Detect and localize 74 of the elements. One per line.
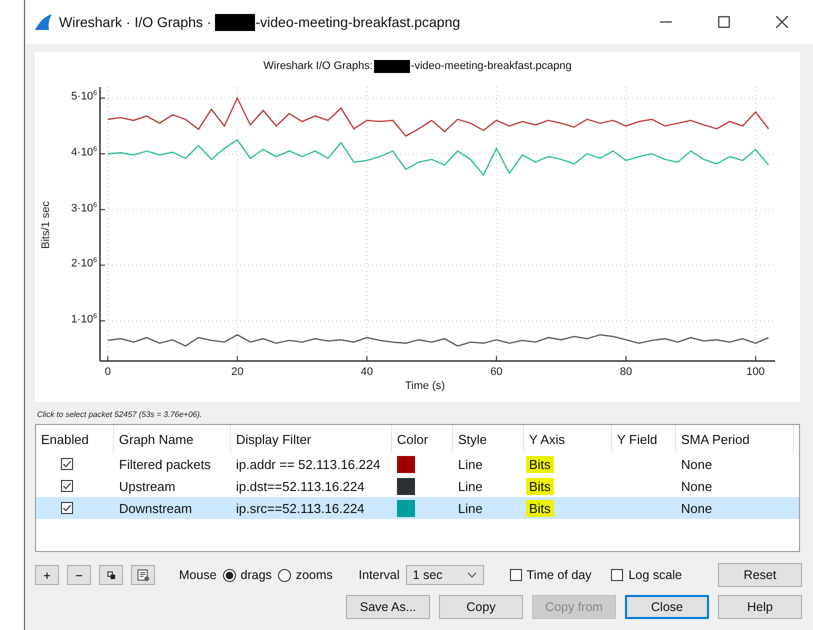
column-header[interactable]: Graph Name [114,425,231,453]
axis-tick-label: 40 [360,366,374,378]
axis-tick-label: 20 [230,366,244,378]
checkbox[interactable] [61,502,73,514]
color-swatch[interactable] [397,478,415,494]
table-cell: None [681,456,712,472]
table-cell: ip.addr == 52.113.16.224 [236,456,380,472]
table-cell: Bits [526,478,554,494]
column-header[interactable]: Y Field [612,425,676,453]
color-swatch[interactable] [397,456,415,472]
axis-tick-label: 3·10$^{6}$ [70,202,97,214]
table-row[interactable]: Filtered packets ip.addr == 52.113.16.224 Line Bits None [36,453,799,475]
axis-tick-label: 1·10$^{6}$ [70,312,97,326]
column-header[interactable]: Style [453,425,524,453]
dialog-button[interactable]: Save As... [346,595,430,619]
axis-tick-label: 100 [745,366,766,378]
checkbox[interactable] [61,480,73,492]
redaction-bar [374,60,410,72]
table-cell: Line [458,456,483,472]
color-swatch[interactable] [397,500,415,516]
column-header[interactable]: Enabled [36,425,114,453]
mouse-label: Mouse [179,568,217,582]
checkbox[interactable] [61,458,73,470]
window-title: Wireshark · I/O Graphs · [59,14,212,30]
reset-button[interactable]: Reset [718,563,802,587]
table-cell: Downstream [119,500,192,516]
dialog-button[interactable]: Copy [439,595,523,619]
column-header[interactable]: Display Filter [231,425,392,453]
table-cell: Line [458,500,483,516]
table-row[interactable]: Upstream ip.dst==52.113.16.224 Line Bits None [36,475,799,497]
chart-title: -video-meeting-breakfast.pcapng [410,60,572,72]
table-cell: ip.src==52.113.16.224 [236,500,364,516]
chevron-down-icon [466,572,477,578]
axis-tick-label: 80 [618,366,634,378]
duplicate-icon [106,570,116,580]
interval-label: Interval [358,568,400,582]
table-cell: Filtered packets [119,456,211,472]
axis-tick-label: 4·10$^{6}$ [70,146,97,158]
table-cell: Bits [526,500,554,516]
status-hint: Click to select packet 52457 (53s = 3.76e+06). [37,410,203,419]
column-header[interactable]: Y Axis [524,425,612,453]
redaction-bar [215,14,256,30]
axis-tick-label: 2·10$^{6}$ [70,257,97,270]
axis-label: Bits/1 sec [40,200,52,251]
dialog-button[interactable]: Close [625,595,709,619]
column-header[interactable]: Color [392,425,453,453]
axis-tick-label: 5·10$^{6}$ [70,90,97,103]
clear-button[interactable] [131,565,155,585]
duplicate-button[interactable] [99,565,123,585]
table-cell: ip.dst==52.113.16.224 [236,478,364,494]
table-cell: Upstream [119,478,176,494]
checkbox-option[interactable]: Time of day [510,568,592,582]
dialog-button[interactable]: Help [718,595,802,619]
table-cell: Bits [526,456,554,472]
remove-button[interactable]: − [67,565,91,585]
axis-label: Time (s) [405,380,445,392]
radio-option[interactable]: drags [222,568,272,582]
table-cell: None [681,500,712,516]
window-title: -video-meeting-breakfast.pcapng [255,14,460,30]
axis-tick-label: 0 [104,366,112,378]
close-icon[interactable] [775,15,789,29]
checkbox-option[interactable]: Log scale [611,568,682,582]
axis-tick-label: 60 [489,366,504,378]
document-icon [136,568,150,582]
maximize-icon[interactable] [717,15,731,29]
table-cell: Line [458,478,483,494]
radio-option[interactable]: zooms [278,568,333,582]
add-button[interactable]: + [35,565,59,585]
shark-fin-icon [33,13,53,31]
interval-dropdown[interactable]: 1 sec [406,565,484,585]
column-header[interactable]: SMA Period [676,425,794,453]
table-row[interactable]: Downstream ip.src==52.113.16.224 Line Bits None [36,497,799,519]
table-cell: None [681,478,712,494]
chart-title: Wireshark I/O Graphs: [263,60,373,72]
